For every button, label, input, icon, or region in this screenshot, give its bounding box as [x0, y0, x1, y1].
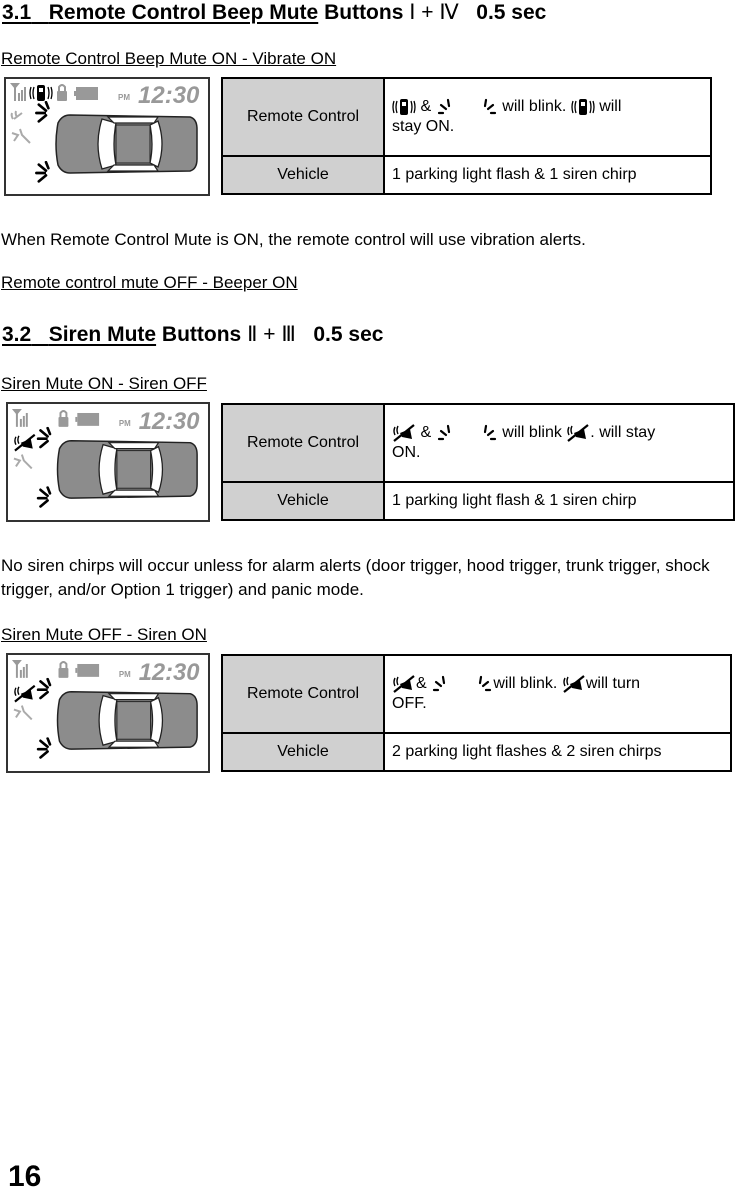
lcd-illustration: PM 12:30 — [10, 82, 200, 183]
remote-control-label: Remote Control — [221, 403, 385, 483]
lcd-illustration: PM 12:30 — [11, 659, 200, 759]
battery-icon — [75, 663, 100, 677]
light-rays-left-icon — [436, 423, 456, 443]
shock-icon — [11, 128, 31, 144]
parking-light-rear-icon — [35, 161, 50, 183]
section-heading-3-1: 3.1 Remote Control Beep Mute Buttons Ⅰ +… — [2, 0, 546, 25]
lcd-display: PM 12:30 — [6, 653, 210, 773]
siren-mute-icon — [562, 674, 586, 694]
note-paragraph: When Remote Control Mute is ON, the remo… — [1, 230, 586, 249]
section-button-combo: Ⅱ + Ⅲ — [247, 323, 296, 346]
shock-icon — [13, 454, 33, 470]
clock-time: 12:30 — [139, 408, 200, 435]
clock-time: 12:30 — [139, 659, 200, 686]
light-rays-left-icon — [431, 674, 451, 694]
siren-icon — [10, 110, 23, 120]
section-duration: 0.5 sec — [476, 1, 547, 24]
lock-icon — [57, 84, 67, 101]
parking-light-rear-icon — [36, 486, 52, 508]
mode-heading: Remote control mute OFF - Beeper ON — [1, 273, 298, 292]
light-rays-right-icon — [473, 674, 493, 694]
parking-light-front-icon — [36, 677, 52, 700]
section-heading-3-2: 3.2 Siren Mute Buttons Ⅱ + Ⅲ 0.5 sec — [2, 322, 383, 347]
signal-icon — [11, 409, 28, 427]
section-number-title: 3.1 Remote Control Beep Mute — [2, 1, 319, 24]
remote-control-description: & will blink. will stay ON. — [383, 77, 712, 157]
signal-icon — [11, 660, 28, 678]
section-buttons-label: Buttons — [324, 1, 404, 24]
vehicle-description: 1 parking light flash & 1 siren chirp — [383, 481, 735, 521]
lcd-display: PM 12:30 — [4, 77, 210, 196]
vehicle-description: 1 parking light flash & 1 siren chirp — [383, 155, 712, 195]
shock-icon — [13, 705, 33, 721]
siren-mute-icon — [566, 423, 590, 443]
section-buttons-label: Buttons — [161, 323, 242, 346]
siren-mute-icon — [13, 433, 36, 452]
lock-icon — [58, 410, 69, 427]
remote-control-label: Remote Control — [221, 654, 385, 734]
remote-control-label: Remote Control — [221, 77, 385, 157]
mode-table: Remote Control & will blink . will stay … — [221, 403, 735, 521]
note-paragraph: No siren chirps will occur unless for al… — [1, 556, 710, 599]
section-number-title: 3.2 Siren Mute — [2, 323, 157, 346]
remote-control-description: & will blink. will turn OFF. — [383, 654, 732, 734]
clock-time: 12:30 — [138, 82, 200, 109]
vehicle-label: Vehicle — [221, 481, 385, 521]
mode-heading: Siren Mute OFF - Siren ON — [1, 625, 207, 644]
mode-heading: Remote Control Beep Mute ON - Vibrate ON — [1, 49, 337, 68]
vehicle-label: Vehicle — [221, 732, 385, 772]
vibrate-icon — [29, 84, 53, 102]
light-rays-left-icon — [436, 97, 456, 117]
vibrate-icon — [571, 97, 595, 117]
parking-light-front-icon — [35, 101, 50, 123]
ampm-indicator: PM — [119, 419, 131, 428]
vehicle-label: Vehicle — [221, 155, 385, 195]
battery-icon — [74, 87, 98, 100]
siren-mute-icon — [13, 684, 36, 703]
siren-mute-icon — [392, 423, 416, 443]
mode-table: Remote Control & will blink. will turn O… — [221, 654, 732, 772]
light-rays-right-icon — [478, 423, 498, 443]
section-button-combo: Ⅰ + Ⅳ — [409, 1, 459, 24]
lock-icon — [58, 661, 69, 678]
page-number: 16 — [8, 1160, 42, 1193]
ampm-indicator: PM — [118, 93, 130, 102]
lcd-display: PM 12:30 — [6, 402, 210, 522]
vehicle-description: 2 parking light flashes & 2 siren chirps — [383, 732, 732, 772]
parking-light-rear-icon — [36, 737, 52, 759]
car-icon — [56, 690, 198, 750]
remote-control-description: & will blink . will stay ON. — [383, 403, 735, 483]
lcd-illustration: PM 12:30 — [11, 408, 200, 508]
parking-light-front-icon — [36, 426, 52, 449]
car-icon — [55, 114, 198, 174]
car-icon — [56, 439, 198, 499]
ampm-indicator: PM — [119, 670, 131, 679]
signal-icon — [10, 83, 26, 101]
mode-table: Remote Control & will blink. will stay O… — [221, 77, 712, 195]
vibrate-icon — [392, 97, 416, 117]
light-rays-right-icon — [478, 97, 498, 117]
siren-mute-icon — [392, 674, 416, 694]
mode-heading: Siren Mute ON - Siren OFF — [1, 374, 207, 393]
section-duration: 0.5 sec — [313, 323, 384, 346]
battery-icon — [75, 412, 100, 426]
